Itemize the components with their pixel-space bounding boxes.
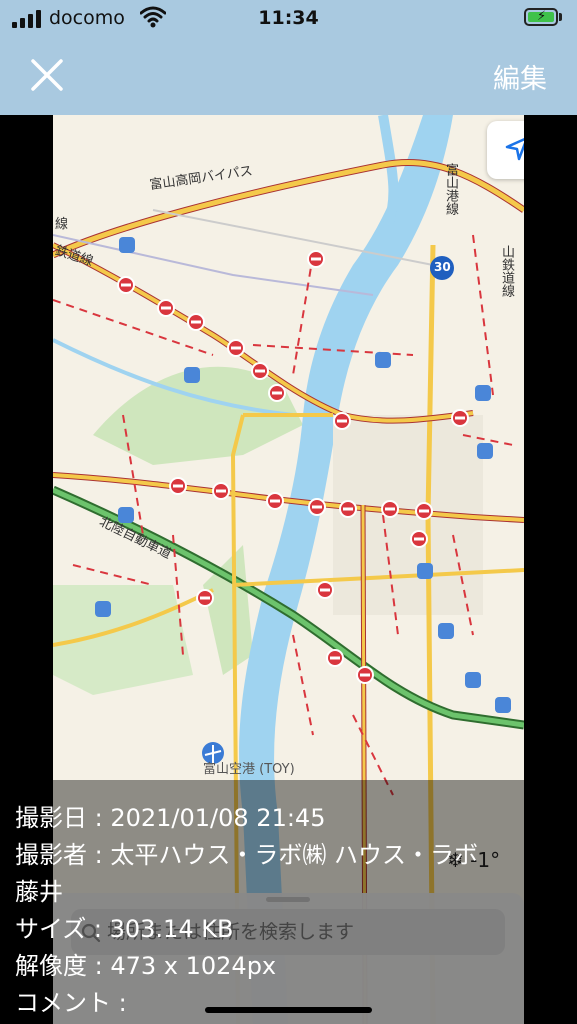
map-label-airport: 富山空港 (TOY) <box>203 762 295 777</box>
road-closure-icon[interactable] <box>307 250 325 268</box>
station-icon[interactable] <box>184 367 200 383</box>
road-closure-icon[interactable] <box>415 502 433 520</box>
photo-info-overlay: 撮影日 : 2021/01/08 21:45 撮影者 : 太平ハウス・ラボ㈱ ハ… <box>0 780 577 1024</box>
road-closure-icon[interactable] <box>212 482 230 500</box>
edit-button[interactable]: 編集 <box>493 57 547 96</box>
station-icon[interactable] <box>417 563 433 579</box>
close-icon[interactable] <box>28 56 66 94</box>
home-indicator[interactable] <box>205 1007 372 1013</box>
station-icon[interactable] <box>465 672 481 688</box>
station-icon[interactable] <box>495 697 511 713</box>
road-closure-icon[interactable] <box>356 666 374 684</box>
photo-comment: コメント : <box>15 989 127 1017</box>
station-icon[interactable] <box>475 385 491 401</box>
photo-resolution: 解像度 : 473 x 1024px <box>15 952 277 980</box>
photo-author: 撮影者 : 太平ハウス・ラボ㈱ ハウス・ラボ <box>15 841 478 869</box>
battery-icon: ⚡ <box>524 8 558 26</box>
road-closure-icon[interactable] <box>187 313 205 331</box>
station-icon[interactable] <box>119 237 135 253</box>
location-arrow-icon <box>505 137 524 161</box>
station-icon[interactable] <box>375 352 391 368</box>
station-icon[interactable] <box>438 623 454 639</box>
photo-date: 撮影日 : 2021/01/08 21:45 <box>15 804 326 832</box>
map-label-port-line: 富山港線 <box>443 163 458 215</box>
road-closure-icon[interactable] <box>308 498 326 516</box>
battery-tip <box>559 13 562 21</box>
status-time: 11:34 <box>258 7 319 29</box>
road-closure-icon[interactable] <box>316 581 334 599</box>
road-closure-icon[interactable] <box>227 339 245 357</box>
road-closure-icon[interactable] <box>251 362 269 380</box>
road-closure-icon[interactable] <box>410 530 428 548</box>
road-closure-icon[interactable] <box>326 649 344 667</box>
photo-size: サイズ : 303.14 KB <box>15 915 234 943</box>
road-closure-icon[interactable] <box>169 477 187 495</box>
road-closure-icon[interactable] <box>268 384 286 402</box>
status-bar: docomo 11:34 ⚡ <box>0 0 577 40</box>
station-icon[interactable] <box>95 601 111 617</box>
road-closure-icon[interactable] <box>339 500 357 518</box>
charging-bolt-icon: ⚡ <box>537 9 547 24</box>
road-closure-icon[interactable] <box>157 299 175 317</box>
photo-author-continued: 藤井 <box>15 878 63 906</box>
road-closure-icon[interactable] <box>117 276 135 294</box>
road-closure-icon[interactable] <box>333 412 351 430</box>
road-closure-icon[interactable] <box>196 589 214 607</box>
station-icon[interactable] <box>477 443 493 459</box>
route-shield-30: 30 <box>434 260 451 274</box>
map-label-tetsudo-right: 山鉄道線 <box>499 245 514 297</box>
current-location-button[interactable] <box>487 121 524 179</box>
road-closure-icon[interactable] <box>451 409 469 427</box>
map-label-sen-left: 線 <box>55 217 69 232</box>
road-closure-icon[interactable] <box>381 500 399 518</box>
road-closure-icon[interactable] <box>266 492 284 510</box>
